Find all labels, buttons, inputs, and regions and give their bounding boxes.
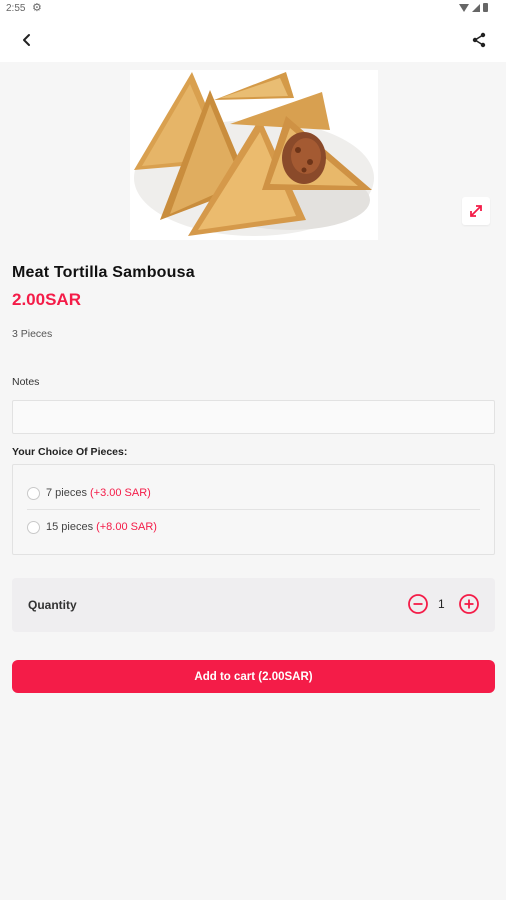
decrease-quantity-button[interactable] <box>407 593 429 615</box>
product-price: 2.00SAR <box>12 290 81 309</box>
option-extra-price: (+8.00 SAR) <box>96 521 157 533</box>
quantity-card: Quantity 1 <box>12 578 495 632</box>
signal-icon <box>472 3 480 12</box>
choice-label: Your Choice Of Pieces: <box>12 446 128 458</box>
radio-button[interactable] <box>27 520 40 534</box>
option-extra-price: (+3.00 SAR) <box>89 487 151 499</box>
expand-icon <box>470 205 482 217</box>
option-7-pieces[interactable]: 7 pieces (+3.00 SAR) <box>27 483 151 503</box>
expand-image-button[interactable] <box>462 197 490 225</box>
product-description: 3 Pieces <box>12 328 53 340</box>
back-button[interactable] <box>14 27 40 53</box>
notes-input[interactable] <box>12 400 495 434</box>
plus-circle-icon <box>459 594 479 614</box>
quantity-label: Quantity <box>28 598 77 612</box>
increase-quantity-button[interactable] <box>458 593 480 615</box>
add-to-cart-button[interactable]: Add to cart (2.00SAR) <box>12 660 495 693</box>
quantity-value: 1 <box>438 597 445 611</box>
option-label: 7 pieces <box>46 487 87 499</box>
status-time: 2:55 <box>6 3 26 14</box>
radio-button[interactable] <box>27 486 40 500</box>
product-image <box>130 70 378 240</box>
status-indicators <box>459 3 488 12</box>
choice-options-box: 7 pieces (+3.00 SAR) 15 pieces (+8.00 SA… <box>12 464 495 555</box>
status-bar: 2:55 ⚙ <box>0 0 506 18</box>
app-bar <box>0 18 506 62</box>
divider <box>27 509 480 510</box>
back-arrow-icon <box>23 34 30 46</box>
minus-circle-icon <box>408 594 428 614</box>
notes-label: Notes <box>12 376 40 388</box>
wifi-icon <box>459 3 469 12</box>
share-button[interactable] <box>466 27 492 53</box>
settings-gear-icon: ⚙ <box>32 2 42 14</box>
share-icon <box>472 32 486 48</box>
option-label: 15 pieces <box>46 521 94 533</box>
option-15-pieces[interactable]: 15 pieces (+8.00 SAR) <box>27 517 157 537</box>
product-title: Meat Tortilla Sambousa <box>12 264 195 281</box>
battery-icon <box>483 3 488 12</box>
